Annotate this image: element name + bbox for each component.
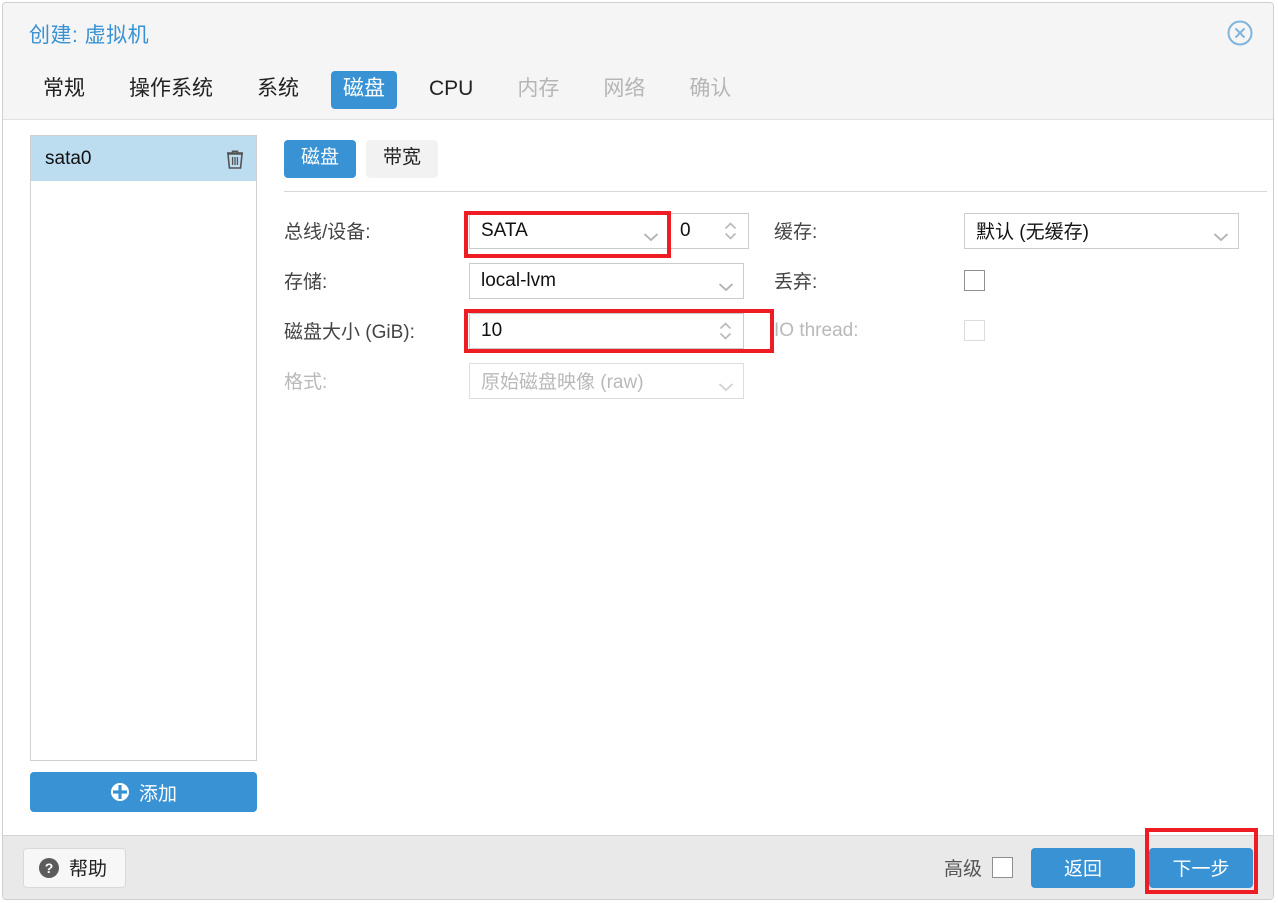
bus-device-value: SATA (481, 219, 528, 241)
subtab-bandwidth[interactable]: 带宽 (366, 140, 439, 178)
list-item[interactable]: sata0 (31, 136, 256, 181)
disk-settings-panel: 磁盘 带宽 总线/设备: SATA 0 存储: local-lvm 磁盘大小 (… (259, 120, 1273, 835)
chevron-down-icon (718, 276, 734, 292)
advanced-checkbox[interactable] (992, 857, 1013, 878)
field-row-storage: 存储: local-lvm (284, 256, 774, 306)
format-value: 原始磁盘映像 (raw) (481, 372, 644, 394)
advanced-label: 高级 (943, 859, 982, 880)
field-row-io-thread: IO thread: (774, 306, 1254, 356)
tab-system[interactable]: 系统 (245, 71, 311, 108)
dialog-title: 创建: 虚拟机 (29, 24, 150, 47)
subtab-disk[interactable]: 磁盘 (284, 140, 357, 178)
subtab-divider (284, 190, 1267, 192)
dialog-body: sata0 添加 磁盘 带宽 总线/设备: SATA 0 存储: local-l… (3, 120, 1273, 835)
storage-label: 存储: (284, 272, 328, 294)
spinner-icon[interactable] (719, 321, 732, 341)
dialog-footer: ? 帮助 高级 返回 下一步 CSDN @猿 日 (3, 835, 1273, 899)
discard-label: 丢弃: (774, 272, 818, 294)
cache-label: 缓存: (774, 222, 818, 244)
next-button[interactable]: 下一步 (1149, 847, 1253, 888)
create-vm-dialog: 创建: 虚拟机 常规 操作系统 系统 磁盘 CPU 内存 网络 确认 sata0 (2, 2, 1274, 900)
dialog-titlebar: 创建: 虚拟机 (3, 3, 1273, 61)
add-disk-button[interactable]: 添加 (30, 772, 257, 812)
field-row-cache: 缓存: 默认 (无缓存) (774, 206, 1254, 256)
cache-value: 默认 (无缓存) (976, 222, 1089, 244)
storage-select[interactable]: local-lvm (469, 262, 744, 299)
device-name: sata0 (45, 147, 92, 169)
back-button[interactable]: 返回 (1031, 847, 1135, 888)
disk-size-input[interactable]: 10 (469, 312, 744, 349)
tab-confirm: 确认 (689, 77, 732, 101)
disk-subtabs: 磁盘 带宽 (284, 140, 1267, 178)
io-thread-label: IO thread: (774, 319, 859, 341)
help-label: 帮助 (69, 859, 108, 880)
tab-network: 网络 (603, 77, 646, 101)
tab-cpu[interactable]: CPU (417, 71, 485, 108)
bus-device-select[interactable]: SATA (469, 212, 669, 249)
field-row-disk-size: 磁盘大小 (GiB): 10 (284, 306, 774, 356)
format-select: 原始磁盘映像 (raw) (469, 362, 744, 399)
discard-checkbox[interactable] (964, 270, 985, 292)
tab-memory: 内存 (517, 77, 560, 101)
disk-form: 总线/设备: SATA 0 存储: local-lvm 磁盘大小 (GiB): … (284, 206, 1267, 406)
tab-general[interactable]: 常规 (31, 71, 97, 108)
tab-os[interactable]: 操作系统 (117, 71, 225, 108)
bus-device-number-value: 0 (680, 219, 691, 241)
bus-device-label: 总线/设备: (284, 222, 371, 244)
chevron-down-icon (718, 376, 734, 392)
disk-size-value: 10 (481, 319, 503, 341)
close-icon[interactable] (1226, 19, 1254, 47)
disk-size-label: 磁盘大小 (GiB): (284, 322, 415, 344)
io-thread-checkbox (964, 320, 985, 342)
help-button[interactable]: ? 帮助 (23, 847, 127, 888)
chevron-down-icon (1213, 226, 1229, 242)
disk-form-left-column: 总线/设备: SATA 0 存储: local-lvm 磁盘大小 (GiB): … (284, 206, 774, 406)
bus-device-number-input[interactable]: 0 (669, 212, 749, 249)
device-list-panel: sata0 添加 (3, 120, 259, 835)
plus-circle-icon (110, 782, 130, 802)
field-row-discard: 丢弃: (774, 256, 1254, 306)
advanced-toggle[interactable]: 高级 (944, 854, 1013, 881)
cache-select[interactable]: 默认 (无缓存) (964, 212, 1239, 249)
storage-value: local-lvm (481, 269, 556, 291)
trash-icon[interactable] (226, 149, 244, 169)
tab-disks[interactable]: 磁盘 (331, 71, 397, 109)
format-label: 格式: (284, 372, 328, 394)
svg-text:?: ? (45, 860, 54, 876)
spinner-icon[interactable] (724, 221, 737, 241)
field-row-bus-device: 总线/设备: SATA 0 (284, 206, 774, 258)
wizard-tabbar: 常规 操作系统 系统 磁盘 CPU 内存 网络 确认 (3, 61, 1273, 120)
question-circle-icon: ? (38, 857, 60, 879)
chevron-down-icon (643, 226, 659, 242)
field-row-format: 格式: 原始磁盘映像 (raw) (284, 356, 774, 406)
add-disk-label: 添加 (138, 783, 177, 805)
disk-form-right-column: 缓存: 默认 (无缓存) 丢弃: IO thread: (774, 206, 1254, 406)
device-list: sata0 (30, 135, 257, 761)
